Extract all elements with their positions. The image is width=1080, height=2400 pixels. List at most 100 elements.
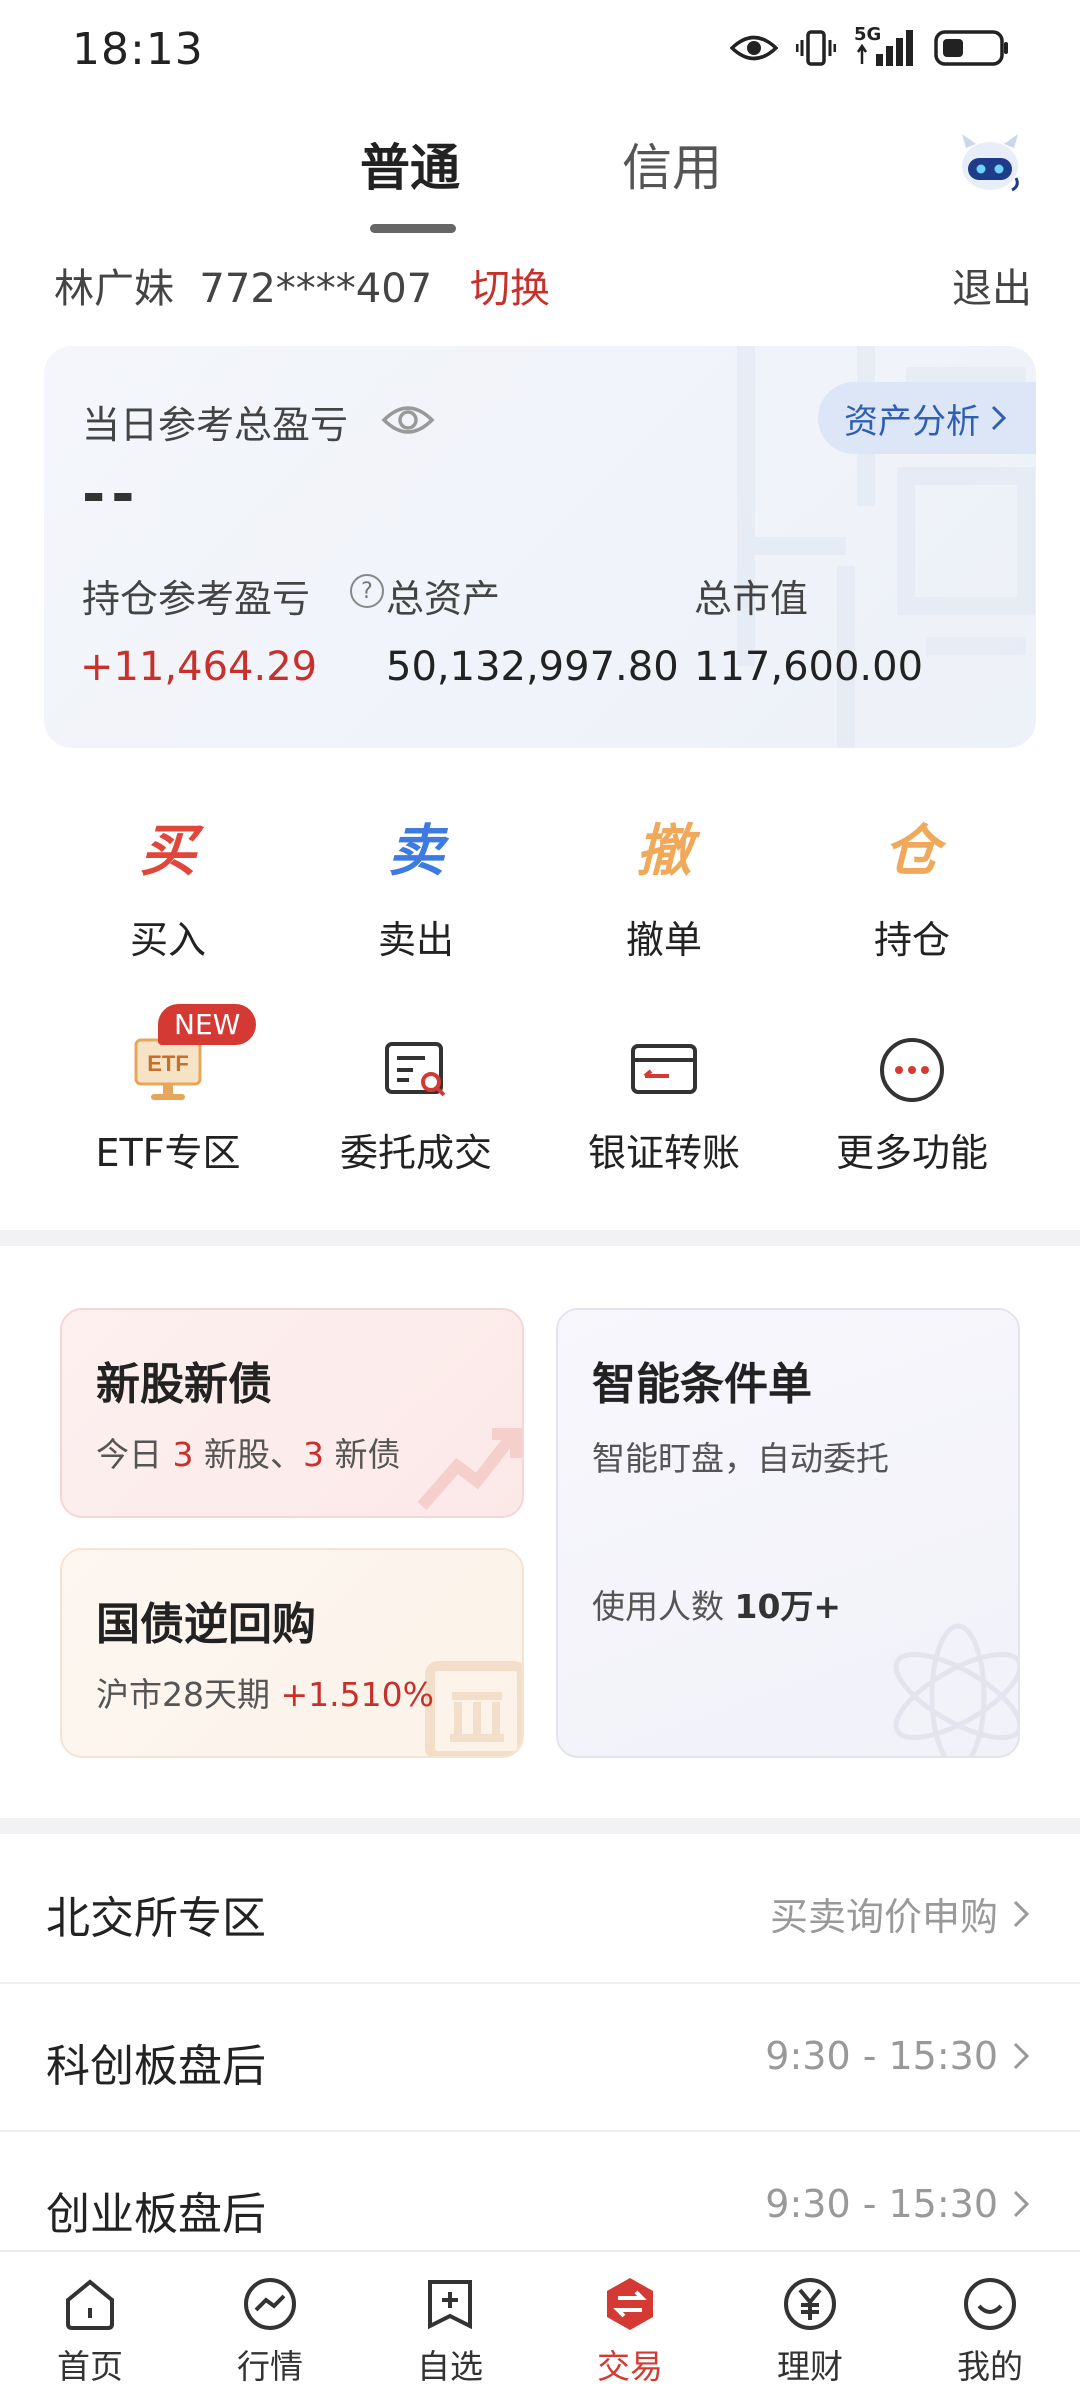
nav-market-label: 行情 xyxy=(237,2347,303,2386)
asset-summary-card: 当日参考总盈亏 资产分析 -- 持仓参考盈亏 ? 总资产 总市值 +11,464… xyxy=(44,346,1036,748)
tab-normal[interactable]: 普通 xyxy=(360,128,460,200)
more-functions-button[interactable]: 更多功能 xyxy=(788,1036,1036,1177)
etf-monitor-icon: ETF xyxy=(134,1038,202,1100)
list-item-detail: 9:30 - 15:30 xyxy=(765,2182,1030,2226)
smart-order-subtitle: 智能盯盘，自动委托 xyxy=(592,1439,889,1478)
status-icons: 5G xyxy=(730,24,1010,68)
etf-icon-text: ETF xyxy=(147,1051,189,1076)
sell-label: 卖出 xyxy=(377,918,454,962)
positions-button[interactable]: 仓 持仓 xyxy=(788,806,1036,964)
repo-card-title: 国债逆回购 xyxy=(96,1599,316,1650)
daily-pnl-value: -- xyxy=(82,462,141,527)
ipo-card-title: 新股新债 xyxy=(96,1359,272,1410)
watchlist-add-icon xyxy=(428,2280,472,2330)
asset-analysis-button[interactable]: 资产分析 xyxy=(818,382,1036,454)
atom-watermark-icon xyxy=(893,1623,1018,1756)
positions-icon: 仓 xyxy=(884,819,940,884)
cancel-order-label: 撤单 xyxy=(625,918,702,962)
smart-order-title: 智能条件单 xyxy=(592,1359,812,1410)
buy-label: 买入 xyxy=(129,918,206,962)
section-divider xyxy=(0,1818,1080,1834)
nav-watchlist-label: 自选 xyxy=(417,2347,483,2386)
eye-toggle-icon[interactable] xyxy=(380,400,436,440)
nav-home-label: 首页 xyxy=(57,2347,123,2386)
chevron-right-icon xyxy=(1013,2042,1030,2070)
more-functions-label: 更多功能 xyxy=(835,1131,988,1175)
section-divider xyxy=(0,1230,1080,1246)
buy-icon: 买 xyxy=(140,819,196,884)
nav-trade-label: 交易 xyxy=(597,2347,663,2386)
chevron-right-icon xyxy=(991,405,1007,431)
sell-icon: 卖 xyxy=(388,819,444,884)
holding-pnl-label: 持仓参考盈亏 xyxy=(82,577,311,621)
vibrate-icon xyxy=(796,30,836,66)
status-time: 18:13 xyxy=(72,24,204,75)
chevron-right-icon xyxy=(1013,2190,1030,2218)
bank-transfer-label: 银证转账 xyxy=(587,1131,740,1175)
trend-watermark-icon xyxy=(417,1428,522,1510)
asset-analysis-label: 资产分析 xyxy=(844,401,980,442)
signal-5g-icon: 5G xyxy=(854,24,916,68)
nav-profile[interactable]: 我的 xyxy=(900,2252,1080,2400)
smart-order-users-value: 10万+ xyxy=(734,1587,842,1626)
switch-account-button[interactable]: 切换 xyxy=(470,256,550,314)
chevron-right-icon xyxy=(1013,1900,1030,1927)
home-icon xyxy=(66,2279,114,2330)
logout-button[interactable]: 退出 xyxy=(952,256,1032,314)
smart-order-card[interactable]: 智能条件单 智能盯盘，自动委托 使用人数 10万+ xyxy=(556,1308,1020,1758)
market-value-value: 117,600.00 xyxy=(694,644,924,690)
positions-label: 持仓 xyxy=(873,918,950,962)
list-item-title: 科创板盘后 xyxy=(46,2041,266,2092)
cancel-order-button[interactable]: 撤 撤单 xyxy=(540,806,788,964)
orders-trades-button[interactable]: 委托成交 xyxy=(292,1036,540,1177)
smart-order-users: 使用人数 10万+ xyxy=(592,1587,842,1626)
ipo-stock-count: 3 xyxy=(172,1435,194,1474)
nav-market[interactable]: 行情 xyxy=(180,2252,360,2400)
list-item-detail: 买卖询价申购 xyxy=(770,1886,1030,1941)
repo-card-subtitle: 沪市28天期 +1.510% xyxy=(96,1675,434,1714)
bottom-nav: 首页 行情 自选 交易 理财 我的 xyxy=(0,2250,1080,2400)
ipo-bond-count: 3 xyxy=(303,1435,324,1474)
orders-trades-label: 委托成交 xyxy=(339,1131,492,1175)
repo-card[interactable]: 国债逆回购 沪市28天期 +1.510% xyxy=(60,1548,524,1758)
more-dots-icon xyxy=(880,1038,944,1102)
bank-transfer-button[interactable]: 银证转账 xyxy=(540,1036,788,1177)
nav-wealth[interactable]: 理财 xyxy=(720,2252,900,2400)
etf-zone-label: ETF专区 xyxy=(95,1131,241,1175)
list-item-detail: 9:30 - 15:30 xyxy=(765,2034,1030,2078)
nav-home[interactable]: 首页 xyxy=(0,2252,180,2400)
nav-wealth-label: 理财 xyxy=(777,2347,843,2386)
daily-pnl-label: 当日参考总盈亏 xyxy=(82,403,349,447)
cancel-order-icon: 撤 xyxy=(636,819,692,884)
market-icon xyxy=(244,2278,296,2330)
total-assets-label: 总资产 xyxy=(386,577,501,621)
order-search-icon xyxy=(385,1042,446,1097)
sell-button[interactable]: 卖 卖出 xyxy=(292,806,540,964)
list-item-title: 创业板盘后 xyxy=(46,2189,266,2240)
list-item-title: 北交所专区 xyxy=(46,1893,266,1944)
trade-icon xyxy=(607,2278,653,2330)
bank-building-watermark-icon xyxy=(425,1661,522,1756)
robot-assistant-icon[interactable] xyxy=(956,130,1024,196)
help-icon[interactable]: ? xyxy=(350,574,384,608)
new-badge: NEW xyxy=(158,1004,257,1045)
account-name-id: 林广妹 772****407 xyxy=(54,266,433,312)
tab-credit[interactable]: 信用 xyxy=(622,128,722,200)
eye-icon xyxy=(730,35,778,61)
holding-pnl-value: +11,464.29 xyxy=(80,644,318,690)
bank-card-icon xyxy=(631,1044,697,1094)
tab-indicator xyxy=(370,224,456,233)
nav-watchlist[interactable]: 自选 xyxy=(360,2252,540,2400)
list-item-bse-zone[interactable]: 北交所专区 买卖询价申购 xyxy=(0,1836,1080,1984)
nav-trade[interactable]: 交易 xyxy=(540,2252,720,2400)
market-value-label: 总市值 xyxy=(694,577,809,621)
ipo-card[interactable]: 新股新债 今日 3 新股、3 新债 xyxy=(60,1308,524,1518)
yen-icon xyxy=(784,2278,836,2330)
profile-icon xyxy=(964,2278,1016,2330)
total-assets-value: 50,132,997.80 xyxy=(386,644,679,690)
repo-rate: +1.510% xyxy=(280,1675,434,1714)
etf-zone-button[interactable]: ETF ETF专区 xyxy=(44,1036,292,1177)
list-item-star-after-hours[interactable]: 科创板盘后 9:30 - 15:30 xyxy=(0,1984,1080,2132)
buy-button[interactable]: 买 买入 xyxy=(44,806,292,964)
nav-profile-label: 我的 xyxy=(957,2347,1023,2386)
